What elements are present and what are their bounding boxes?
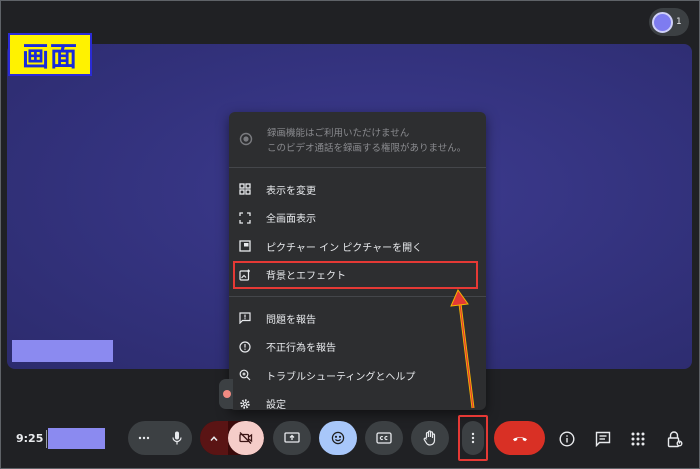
clock: 9:25 xyxy=(16,432,44,445)
meeting-code xyxy=(48,428,105,449)
meeting-details-button[interactable] xyxy=(558,430,576,448)
annotation-label: 画面 xyxy=(8,33,92,76)
report-abuse-icon xyxy=(238,340,252,354)
menu-item-label: 全画面表示 xyxy=(266,214,316,226)
recording-title: 録画機能はご利用いただけません xyxy=(267,128,410,139)
meet-window: 画面 1 録画機能はご利用いただけません このビデオ通話を録画する権限がありませ… xyxy=(0,0,700,469)
participant-name-tag xyxy=(12,340,113,362)
lock-person-icon xyxy=(667,430,683,447)
microphone-icon xyxy=(172,431,182,445)
record-icon xyxy=(239,132,253,146)
picture-in-picture-icon xyxy=(238,239,252,253)
control-bar: 9:25 xyxy=(1,411,700,469)
divider xyxy=(46,430,47,448)
audio-controls xyxy=(128,421,192,455)
menu-item-label: 表示を変更 xyxy=(266,185,316,197)
reaction-bubble xyxy=(219,379,233,409)
layout-icon xyxy=(238,182,252,196)
host-controls-button[interactable] xyxy=(666,430,684,448)
menu-item-background-effects[interactable]: 背景とエフェクト xyxy=(233,260,478,289)
troubleshoot-icon xyxy=(238,368,252,382)
feedback-icon xyxy=(238,311,252,325)
more-audio-options-button[interactable] xyxy=(138,436,150,440)
more-vertical-icon xyxy=(471,432,475,444)
menu-item-label: トラブルシューティングとヘルプ xyxy=(266,371,416,383)
chevron-up-icon xyxy=(210,435,218,441)
info-icon xyxy=(559,431,575,447)
hang-up-icon xyxy=(512,437,527,442)
camera-controls xyxy=(200,421,264,455)
recording-subtitle: このビデオ通話を録画する権限がありません。 xyxy=(267,143,467,154)
chat-button[interactable] xyxy=(594,430,612,448)
effects-icon xyxy=(238,268,252,282)
menu-item-label: 問題を報告 xyxy=(266,314,316,326)
menu-item-change-layout[interactable]: 表示を変更 xyxy=(229,175,486,204)
closed-captions-icon xyxy=(376,432,392,444)
participant-count: 1 xyxy=(676,17,682,27)
more-options-inner xyxy=(462,421,484,455)
emoji-icon xyxy=(331,431,345,445)
fullscreen-icon xyxy=(238,211,252,225)
menu-item-label: 設定 xyxy=(266,400,286,412)
raise-hand-button[interactable] xyxy=(411,421,449,455)
present-screen-icon xyxy=(284,432,300,443)
menu-divider xyxy=(229,167,486,168)
activities-button[interactable] xyxy=(629,430,647,448)
menu-item-label: 背景とエフェクト xyxy=(266,271,346,283)
menu-item-recording-disabled: 録画機能はご利用いただけません このビデオ通話を録画する権限がありません。 xyxy=(229,118,486,160)
hand-icon xyxy=(423,430,436,446)
camera-off-icon xyxy=(239,432,253,444)
menu-item-fullscreen[interactable]: 全画面表示 xyxy=(229,204,486,233)
avatar xyxy=(652,11,673,33)
annotation-arrow xyxy=(450,288,475,409)
more-horizontal-icon xyxy=(138,436,150,440)
apps-grid-icon xyxy=(631,432,645,446)
heart-reaction-icon xyxy=(223,390,231,398)
camera-toggle-button[interactable] xyxy=(228,421,264,455)
menu-item-picture-in-picture[interactable]: ピクチャー イン ピクチャーを開く xyxy=(229,232,486,261)
reactions-button[interactable] xyxy=(319,421,357,455)
present-screen-button[interactable] xyxy=(273,421,311,455)
captions-button[interactable] xyxy=(365,421,403,455)
chat-icon xyxy=(595,431,611,447)
menu-item-label: ピクチャー イン ピクチャーを開く xyxy=(266,242,423,254)
microphone-button[interactable] xyxy=(162,423,192,453)
settings-icon xyxy=(238,397,252,411)
more-options-button[interactable] xyxy=(458,415,488,461)
leave-call-button[interactable] xyxy=(494,421,545,455)
annotation-label-text: 画面 xyxy=(22,42,78,73)
camera-options-button[interactable] xyxy=(200,421,228,455)
participants-button[interactable]: 1 xyxy=(649,8,689,36)
menu-item-label: 不正行為を報告 xyxy=(266,343,336,355)
